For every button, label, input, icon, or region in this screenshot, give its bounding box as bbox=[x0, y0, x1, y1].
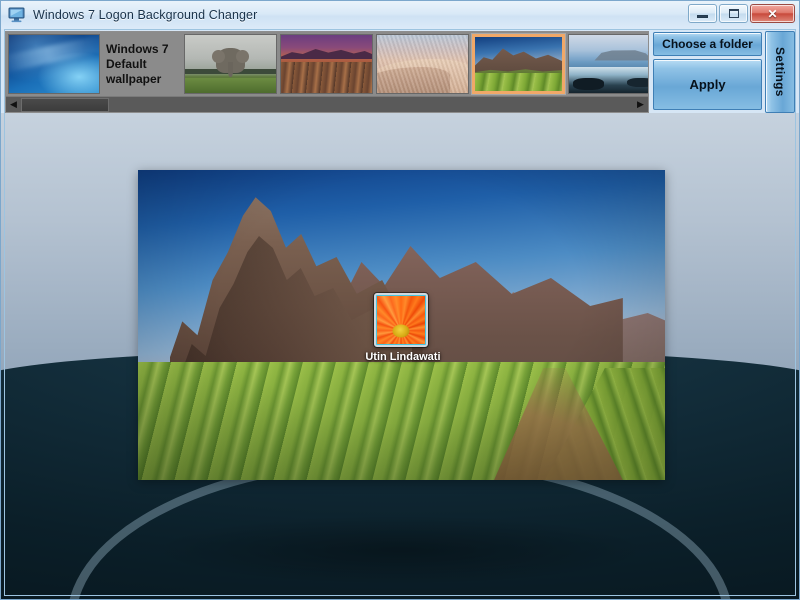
scrollbar-thumb[interactable] bbox=[21, 97, 109, 112]
apply-button[interactable]: Apply bbox=[653, 59, 762, 110]
thumbnail-mountain-rocks[interactable] bbox=[280, 34, 373, 94]
scrollbar-track[interactable] bbox=[21, 97, 633, 112]
toolbar-actions: Choose a folder Apply bbox=[649, 31, 762, 113]
user-display-name: Utin Lindawati bbox=[365, 351, 441, 363]
minimize-icon bbox=[697, 15, 708, 18]
window-title: Windows 7 Logon Background Changer bbox=[33, 8, 258, 22]
thumbnail-table-mountain-coast[interactable] bbox=[568, 34, 648, 94]
thumbnail-elephant[interactable] bbox=[184, 34, 277, 94]
scroll-left-icon[interactable]: ◀ bbox=[6, 97, 21, 112]
preview-stage: Utin Lindawati bbox=[1, 113, 799, 599]
close-icon: ✕ bbox=[767, 6, 778, 21]
window-controls: ✕ bbox=[688, 4, 795, 23]
application-window: Windows 7 Logon Background Changer ✕ Win… bbox=[0, 0, 800, 600]
close-button[interactable]: ✕ bbox=[750, 4, 795, 23]
thumbnail-scrollbar[interactable]: ◀ ▶ bbox=[6, 96, 648, 112]
default-wallpaper-label: Windows 7 Default wallpaper bbox=[103, 34, 181, 94]
thumbnail-windows-7-default[interactable] bbox=[8, 34, 100, 94]
thumbnail-strip[interactable]: Windows 7 Default wallpaper bbox=[6, 32, 648, 96]
choose-folder-button[interactable]: Choose a folder bbox=[653, 32, 762, 56]
toolbar: Windows 7 Default wallpaper ◀ ▶ Choose a… bbox=[1, 29, 799, 113]
logon-screen-preview[interactable]: Utin Lindawati bbox=[138, 170, 665, 480]
maximize-button[interactable] bbox=[719, 4, 748, 23]
title-bar: Windows 7 Logon Background Changer ✕ bbox=[1, 1, 799, 29]
default-wallpaper-label-text: Windows 7 Default wallpaper bbox=[106, 41, 169, 86]
thumbnail-desert-dunes[interactable] bbox=[376, 34, 469, 94]
settings-tab[interactable]: Settings bbox=[765, 31, 795, 113]
thumbnail-vineyard-mountain[interactable] bbox=[472, 34, 565, 94]
user-tile[interactable]: Utin Lindawati bbox=[365, 293, 441, 363]
maximize-icon bbox=[728, 9, 739, 18]
settings-tab-label: Settings bbox=[773, 47, 787, 97]
stage-shadow bbox=[150, 515, 650, 585]
scroll-right-icon[interactable]: ▶ bbox=[633, 97, 648, 112]
flower-center-icon bbox=[392, 324, 409, 338]
thumbnail-strip-container: Windows 7 Default wallpaper ◀ ▶ bbox=[5, 31, 649, 113]
monitor-icon bbox=[8, 7, 26, 23]
avatar[interactable] bbox=[373, 293, 428, 347]
minimize-button[interactable] bbox=[688, 4, 717, 23]
